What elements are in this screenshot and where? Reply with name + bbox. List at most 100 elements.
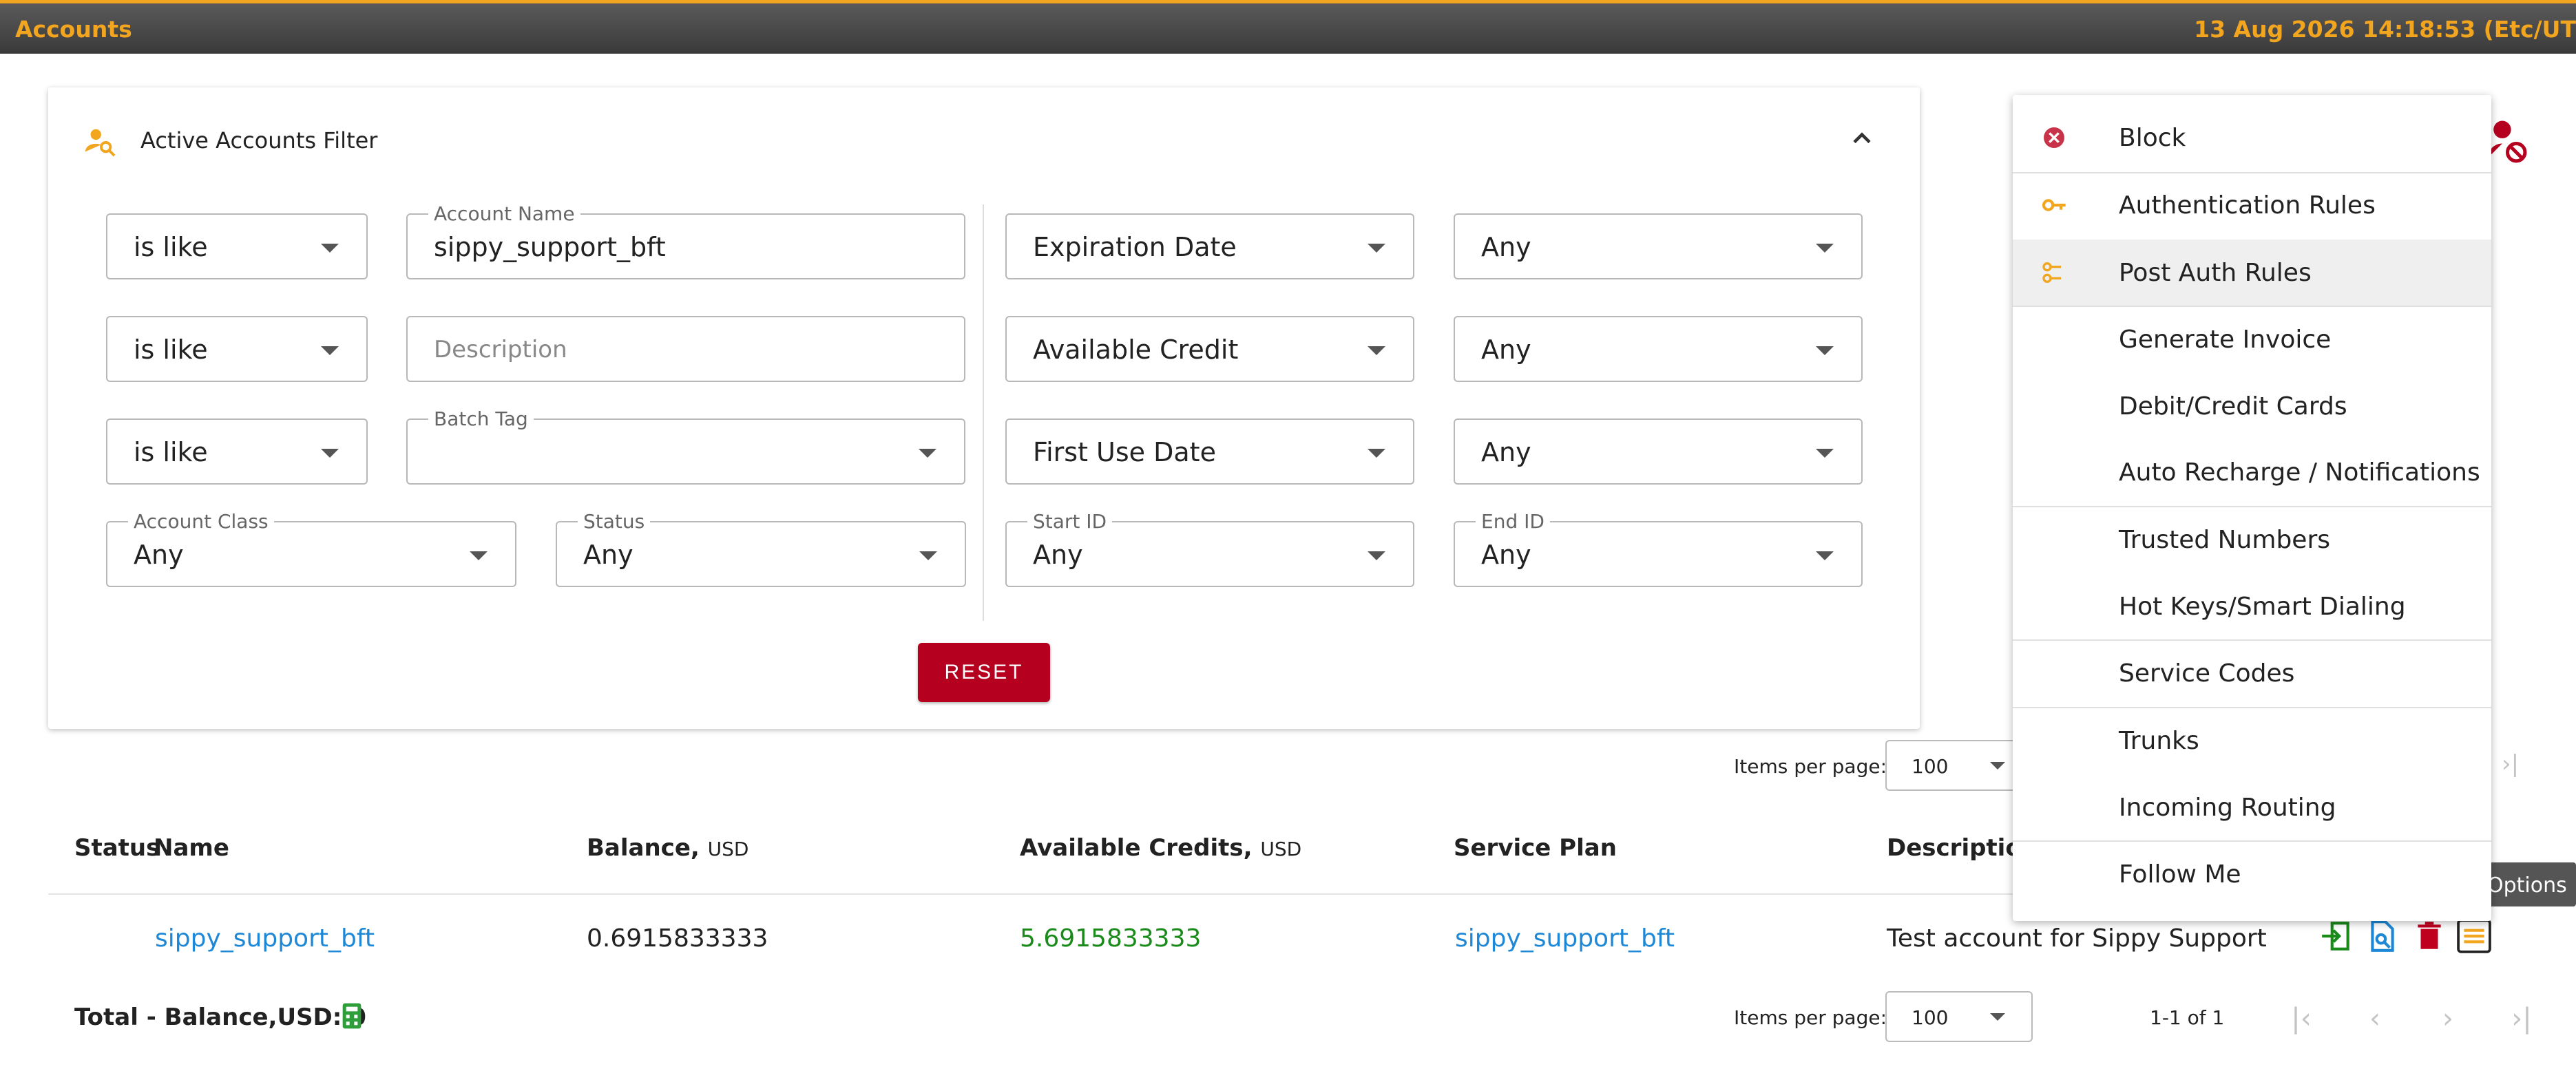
chevron-down-icon [1368, 551, 1385, 560]
column-header-status[interactable]: Status [74, 834, 160, 862]
last-page-button-top[interactable]: ›| [2502, 750, 2519, 778]
column-header-service-plan[interactable]: Service Plan [1454, 834, 1617, 862]
top-bar: Accounts 13 Aug 2026 14:18:53 (Etc/UT [0, 0, 2576, 54]
filter-header[interactable]: Active Accounts Filter [48, 87, 1920, 198]
chevron-up-icon[interactable] [1847, 123, 1877, 153]
credit-any-select[interactable]: Any [1454, 316, 1863, 382]
next-page-button[interactable]: › [2431, 1001, 2465, 1036]
calculator-icon[interactable] [342, 1002, 362, 1030]
menu-item-generate-invoice[interactable]: Generate Invoice [2013, 306, 2491, 372]
balance-cell: 0.6915833333 [587, 924, 768, 953]
menu-label-trusted-numbers: Trusted Numbers [2119, 526, 2331, 554]
menu-item-service-codes[interactable]: Service Codes [2013, 640, 2491, 706]
user-search-icon [85, 129, 116, 157]
first-page-button[interactable]: |‹ [2284, 1001, 2318, 1036]
chevron-down-icon [1816, 346, 1834, 355]
chevron-down-icon [321, 346, 339, 355]
batch-operator-select[interactable]: is like [106, 418, 368, 485]
menu-label-service-codes: Service Codes [2119, 659, 2295, 688]
options-menu-icon[interactable] [2457, 919, 2491, 953]
end-id-select[interactable]: End ID Any [1454, 510, 1863, 587]
chevron-down-icon [1990, 762, 2005, 770]
description-operator-select[interactable]: is like [106, 316, 368, 382]
total-balance: Total - Balance,USD: 0 [74, 1004, 366, 1031]
first-use-date-select[interactable]: First Use Date [1005, 418, 1414, 485]
expiration-any-value: Any [1481, 232, 1531, 262]
expiration-any-select[interactable]: Any [1454, 213, 1863, 279]
account-name-input[interactable]: Account Name sippy_support_bft [406, 202, 965, 279]
menu-item-post-auth-rules[interactable]: Post Auth Rules [2013, 240, 2491, 306]
menu-label-generate-invoice: Generate Invoice [2119, 326, 2332, 354]
account-name-label: Account Name [428, 202, 580, 225]
available-credits-cell: 5.6915833333 [1020, 924, 1202, 953]
items-per-page-label-top: Items per page: [1734, 755, 1887, 778]
menu-label-auto-recharge: Auto Recharge / Notifications [2119, 458, 2480, 487]
chevron-down-icon [919, 449, 936, 458]
account-class-select[interactable]: Account Class Any [106, 510, 516, 587]
previous-page-button[interactable]: ‹ [2358, 1001, 2392, 1036]
status-label: Status [578, 510, 651, 533]
key-icon [2042, 199, 2066, 211]
account-class-value: Any [134, 540, 184, 570]
filter-divider [983, 204, 984, 621]
first-use-any-select[interactable]: Any [1454, 418, 1863, 485]
expiration-date-select[interactable]: Expiration Date [1005, 213, 1414, 279]
chevron-down-icon [1368, 244, 1385, 253]
options-tooltip-text: Options [2487, 873, 2567, 898]
status-value: Any [583, 540, 633, 570]
column-header-credits[interactable]: Available Credits, USD [1020, 834, 1301, 862]
batch-operator-value: is like [134, 437, 208, 467]
name-operator-select[interactable]: is like [106, 213, 368, 279]
description-cell: Test account for Sippy Support [1887, 924, 2267, 953]
batch-tag-select[interactable]: Batch Tag [406, 407, 965, 485]
menu-item-block[interactable]: Block [2013, 105, 2491, 171]
start-id-select[interactable]: Start ID Any [1005, 510, 1414, 587]
menu-item-auto-recharge[interactable]: Auto Recharge / Notifications [2013, 439, 2491, 505]
menu-item-incoming-routing[interactable]: Incoming Routing [2013, 774, 2491, 840]
server-clock: 13 Aug 2026 14:18:53 (Etc/UT [2194, 16, 2576, 43]
menu-label-block: Block [2119, 124, 2186, 152]
available-credit-select[interactable]: Available Credit [1005, 316, 1414, 382]
chevron-down-icon [1816, 244, 1834, 253]
menu-label-post-auth-rules: Post Auth Rules [2119, 259, 2312, 287]
column-header-name[interactable]: Name [154, 834, 229, 862]
login-icon[interactable] [2319, 919, 2354, 953]
first-use-any-value: Any [1481, 437, 1531, 467]
menu-item-trusted-numbers[interactable]: Trusted Numbers [2013, 507, 2491, 573]
items-per-page-label: Items per page: [1734, 1006, 1887, 1029]
menu-item-trunks[interactable]: Trunks [2013, 708, 2491, 774]
menu-item-hot-keys[interactable]: Hot Keys/Smart Dialing [2013, 573, 2491, 639]
menu-label-hot-keys: Hot Keys/Smart Dialing [2119, 593, 2406, 621]
items-per-page-value: 100 [1912, 1006, 1949, 1029]
menu-label-trunks: Trunks [2119, 727, 2199, 755]
chevron-down-icon [1368, 346, 1385, 355]
menu-item-authentication-rules[interactable]: Authentication Rules [2013, 172, 2491, 238]
menu-item-follow-me[interactable]: Follow Me [2013, 841, 2491, 907]
chevron-down-icon [1816, 551, 1834, 560]
chevron-down-icon [1990, 1013, 2005, 1021]
available-credit-value: Available Credit [1033, 335, 1239, 365]
last-page-button[interactable]: ›| [2504, 1001, 2539, 1036]
column-header-balance[interactable]: Balance, USD [587, 834, 748, 862]
menu-item-debit-credit-cards[interactable]: Debit/Credit Cards [2013, 373, 2491, 439]
credits-header-unit: USD [1260, 838, 1302, 860]
items-per-page-select-top[interactable]: 100 [1885, 740, 2033, 791]
key-list-icon [2042, 262, 2061, 283]
chevron-down-icon [321, 449, 339, 458]
batch-tag-label: Batch Tag [428, 407, 534, 430]
start-id-value: Any [1033, 540, 1083, 570]
service-plan-link[interactable]: sippy_support_bft [1455, 924, 1675, 953]
items-per-page-select[interactable]: 100 [1885, 991, 2033, 1042]
filter-card: Active Accounts Filter is like Account N… [48, 87, 1920, 729]
status-select[interactable]: Status Any [556, 510, 966, 587]
chevron-down-icon [1816, 449, 1834, 458]
account-name-link[interactable]: sippy_support_bft [155, 924, 375, 953]
description-operator-value: is like [134, 335, 208, 365]
description-input[interactable]: Description [406, 316, 965, 382]
menu-label-authentication-rules: Authentication Rules [2119, 191, 2376, 220]
delete-icon[interactable] [2412, 919, 2447, 953]
reset-button[interactable]: RESET [918, 643, 1050, 702]
document-search-icon[interactable] [2365, 919, 2400, 953]
cancel-circle-icon [2044, 127, 2064, 148]
filter-title: Active Accounts Filter [140, 127, 378, 153]
